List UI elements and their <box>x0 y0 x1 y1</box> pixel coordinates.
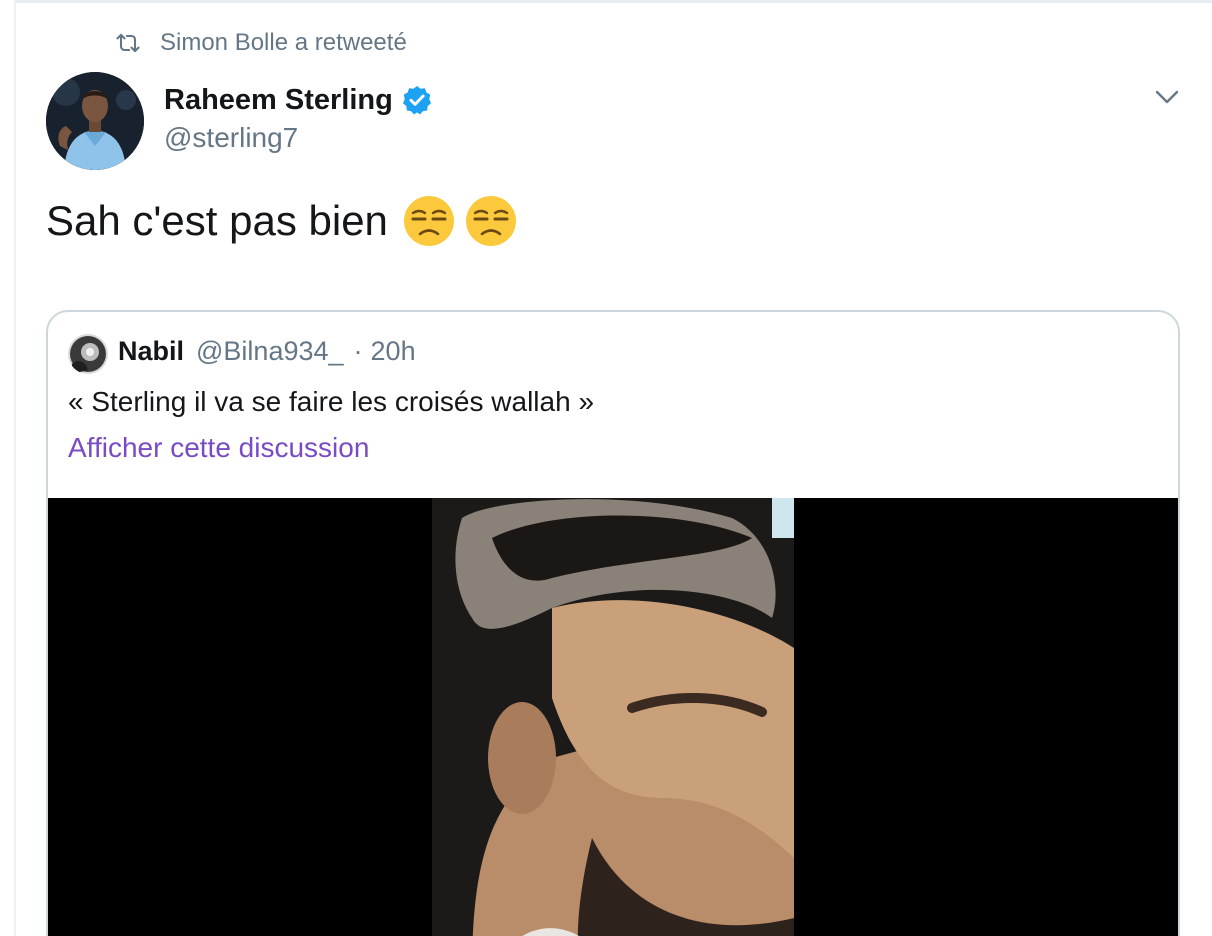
left-divider <box>14 0 16 936</box>
author-display-name[interactable]: Raheem Sterling <box>164 84 393 117</box>
author-avatar[interactable] <box>46 72 144 170</box>
retweet-context[interactable]: Simon Bolle a retweeté <box>114 28 407 58</box>
quoted-author-avatar[interactable] <box>68 334 108 374</box>
author-name-row[interactable]: Raheem Sterling <box>164 80 433 120</box>
verified-badge-icon <box>402 86 431 115</box>
unamused-face-emoji-icon <box>403 196 454 246</box>
quoted-author-name[interactable]: Nabil <box>118 336 184 367</box>
avatar-photo <box>46 72 144 170</box>
tweet-page: Simon Bolle a retweeté Raheem Sterling @… <box>0 0 1212 936</box>
quoted-author-handle[interactable]: @Bilna934_ <box>196 336 344 367</box>
chevron-down-icon[interactable] <box>1152 84 1182 110</box>
quoted-tweet-text: « Sterling il va se faire les croisés wa… <box>68 386 595 417</box>
unamused-face-emoji-icon <box>465 196 516 246</box>
video-thumbnail[interactable] <box>48 498 1178 936</box>
quoted-tweet-header: Nabil @Bilna934_ · 20h <box>118 336 416 376</box>
retweet-label: Simon Bolle a retweeté <box>160 29 407 56</box>
author-handle[interactable]: @sterling7 <box>164 122 298 154</box>
retweet-icon <box>116 33 140 53</box>
quoted-tweet-time[interactable]: 20h <box>371 336 416 367</box>
header-separator: · <box>353 336 363 366</box>
video-frame <box>432 498 794 936</box>
tweet-text: Sah c'est pas bien <box>46 197 388 244</box>
tweet-body: Sah c'est pas bien <box>46 194 518 248</box>
top-divider <box>14 0 1212 3</box>
show-thread-link[interactable]: Afficher cette discussion <box>68 432 369 464</box>
quoted-tweet-card[interactable]: Nabil @Bilna934_ · 20h « Sterling il va … <box>46 310 1180 936</box>
avatar-photo <box>68 334 108 374</box>
